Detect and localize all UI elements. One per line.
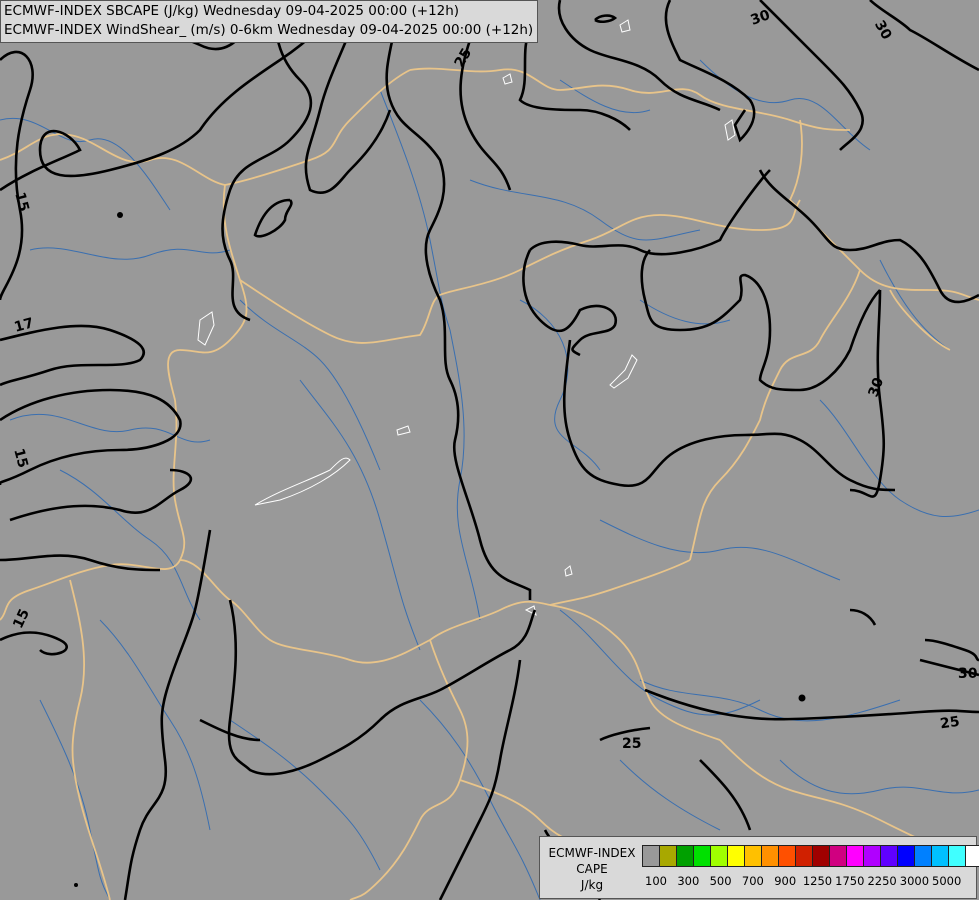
legend-tick-label: 500 bbox=[709, 874, 732, 888]
weather-map: 30 30 25 15 17 15 15 30 30 25 25 ECMWF-I… bbox=[0, 0, 979, 900]
legend-tick-label: 1750 bbox=[835, 874, 865, 888]
contour-label: 25 bbox=[939, 714, 961, 733]
borders bbox=[0, 67, 979, 900]
contour-label: 30 bbox=[866, 375, 888, 399]
legend-swatch bbox=[642, 845, 660, 867]
legend-swatch bbox=[880, 845, 898, 867]
contour-label: 15 bbox=[10, 447, 30, 470]
cape-contours bbox=[197, 19, 736, 616]
legend-swatch bbox=[778, 845, 796, 867]
legend-swatch bbox=[829, 845, 847, 867]
legend-tick-label: 1250 bbox=[802, 874, 833, 888]
legend-swatch bbox=[727, 845, 745, 867]
legend-swatch bbox=[863, 845, 881, 867]
legend-tick-label: 2250 bbox=[867, 874, 897, 888]
legend-swatch bbox=[931, 845, 949, 867]
legend-title: ECMWF-INDEX CAPE J/kg bbox=[544, 845, 640, 893]
legend-title-line: CAPE bbox=[576, 862, 608, 876]
contour-label: 15 bbox=[10, 607, 33, 631]
contour-label: 25 bbox=[622, 736, 641, 752]
contour-dot bbox=[798, 694, 806, 702]
header-line-windshear: ECMWF-INDEX WindShear_ (m/s) 0-6km Wedne… bbox=[4, 22, 534, 38]
rivers bbox=[0, 59, 979, 900]
contour-dot bbox=[74, 883, 78, 887]
map-canvas: 30 30 25 15 17 15 15 30 30 25 25 bbox=[0, 0, 979, 900]
legend-tick-label: 3000 bbox=[899, 874, 930, 888]
contour-label: 25 bbox=[452, 46, 476, 71]
legend-title-line: ECMWF-INDEX bbox=[548, 846, 636, 860]
legend-swatch bbox=[795, 845, 813, 867]
legend-tick-label: 100 bbox=[645, 874, 667, 888]
windshear-contours bbox=[0, 0, 979, 900]
legend-tick-label: 700 bbox=[741, 874, 764, 888]
legend-swatch bbox=[761, 845, 779, 867]
legend-swatch bbox=[914, 845, 932, 867]
legend-swatch bbox=[710, 845, 728, 867]
legend-swatch bbox=[812, 845, 830, 867]
legend-swatch bbox=[846, 845, 864, 867]
cape-legend: ECMWF-INDEX CAPE J/kg 100 300 500 700 900 125… bbox=[539, 836, 979, 899]
legend-tick-label: 5000 bbox=[932, 874, 962, 888]
contour-dot bbox=[117, 212, 123, 218]
legend-tick-label: 900 bbox=[774, 874, 797, 888]
legend-tick-labels: 100 300 500 700 900 1250 1750 2250 3000 5000 bbox=[645, 874, 976, 890]
legend-color-scale bbox=[642, 845, 979, 867]
contour-label: 30 bbox=[871, 18, 895, 43]
legend-title-line: J/kg bbox=[580, 878, 604, 892]
legend-swatch bbox=[897, 845, 915, 867]
contour-label: 15 bbox=[11, 190, 31, 213]
legend-tick-label: 300 bbox=[677, 874, 700, 888]
legend-swatch bbox=[948, 845, 966, 867]
legend-swatch bbox=[744, 845, 762, 867]
map-header: ECMWF-INDEX SBCAPE (J/kg) Wednesday 09-0… bbox=[0, 0, 539, 43]
legend-swatch bbox=[676, 845, 694, 867]
legend-swatch bbox=[659, 845, 677, 867]
legend-swatch bbox=[693, 845, 711, 867]
contour-label: 30 bbox=[958, 666, 978, 682]
header-line-cape: ECMWF-INDEX SBCAPE (J/kg) Wednesday 09-0… bbox=[4, 3, 460, 19]
legend-swatch bbox=[965, 845, 979, 867]
